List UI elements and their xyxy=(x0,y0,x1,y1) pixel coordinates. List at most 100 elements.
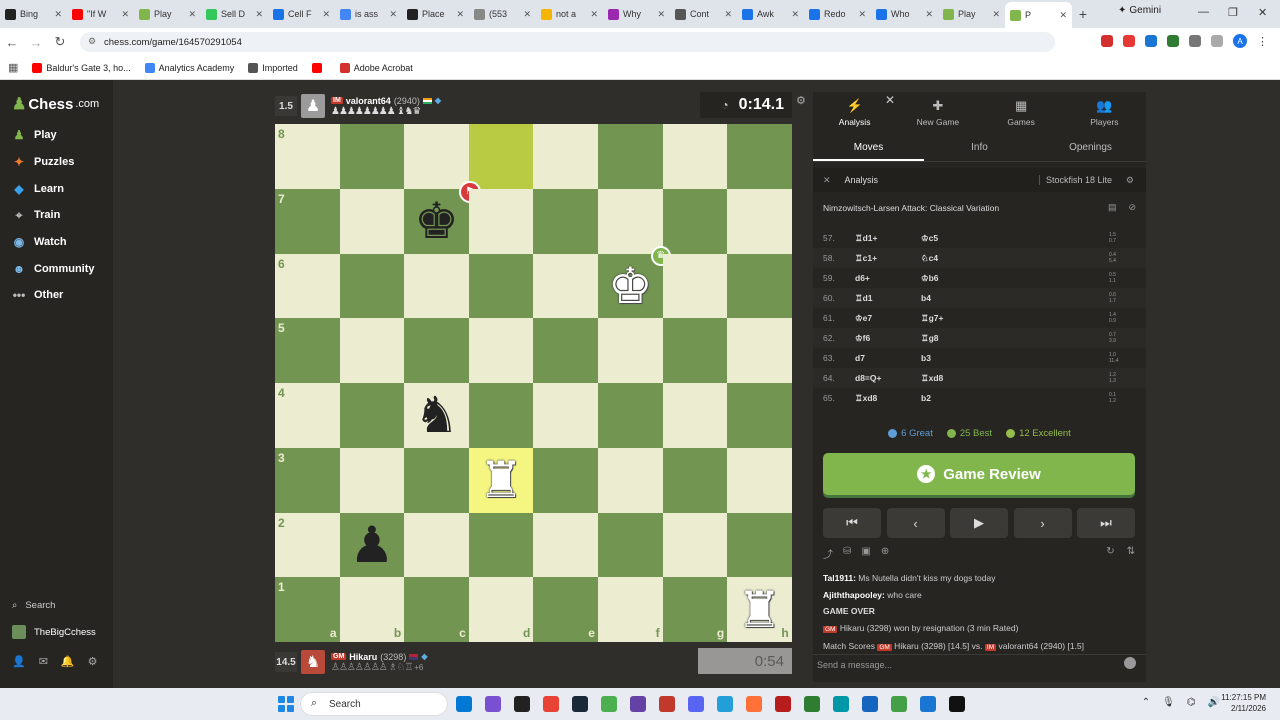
reload-icon[interactable]: ↻ xyxy=(48,34,72,50)
browser-tab[interactable]: P ✕ xyxy=(1005,2,1072,28)
square-a6[interactable]: 6 xyxy=(275,253,340,319)
square-a5[interactable]: 5 xyxy=(275,318,340,383)
play-button[interactable]: ▶ xyxy=(950,508,1008,538)
browser-tab[interactable]: Place ✕ xyxy=(402,3,469,25)
taskbar-search[interactable]: ⌕ Search xyxy=(300,692,448,716)
move-row[interactable]: 61. ♔e7 ♖g7+ 1.4 0.9 xyxy=(813,308,1146,328)
bottom-player-name[interactable]: Hikaru xyxy=(349,652,377,662)
app-icon[interactable] xyxy=(630,696,646,712)
square-b8[interactable] xyxy=(339,124,405,189)
white-move[interactable]: ♖d1+ xyxy=(855,233,878,244)
browser-tab[interactable]: Bing ✕ xyxy=(0,3,67,25)
bookmark-item[interactable]: Baldur's Gate 3, ho... xyxy=(32,62,131,73)
profile-avatar[interactable]: A xyxy=(1233,34,1247,48)
menu-icon[interactable]: ⋮ xyxy=(1257,35,1268,48)
white-move[interactable]: d6+ xyxy=(855,273,870,283)
square-f7[interactable] xyxy=(597,188,663,254)
engine-settings-icon[interactable]: ⚙ xyxy=(1126,175,1134,186)
forward-icon[interactable]: → xyxy=(24,35,48,50)
browser-tab[interactable]: Redo ✕ xyxy=(804,3,871,25)
browser-tab[interactable]: Sell D ✕ xyxy=(201,3,268,25)
bookmark-item[interactable]: Adobe Acrobat xyxy=(339,62,413,73)
tab-players[interactable]: 👥 Players xyxy=(1063,92,1146,132)
close-tab-icon[interactable]: ✕ xyxy=(925,9,933,20)
white-move[interactable]: d8=Q+ xyxy=(855,373,881,383)
chessboard[interactable]: 87♚⚑6♚♛54♞3♜2♟1abcdefgh♜ xyxy=(275,124,792,642)
square-d5[interactable] xyxy=(468,318,534,383)
network-icon[interactable]: ⌬ xyxy=(1187,697,1196,708)
share-icon[interactable]: ⤴ xyxy=(823,546,833,561)
square-e1[interactable]: e xyxy=(533,577,598,642)
tab-new-game[interactable]: ✚ New Game xyxy=(896,92,979,132)
extension-icon[interactable] xyxy=(1123,35,1135,47)
piece-d3[interactable]: ♜ xyxy=(469,448,534,513)
app-icon[interactable] xyxy=(456,696,472,712)
last-move-button[interactable]: ⏭ xyxy=(1077,508,1135,538)
sidepanel-icon[interactable] xyxy=(1211,35,1223,47)
gemini-button[interactable]: ✦ Gemini xyxy=(1118,5,1161,16)
back-icon[interactable]: ← xyxy=(0,35,24,50)
top-player-name[interactable]: valorant64 xyxy=(346,96,391,106)
square-c2[interactable] xyxy=(404,512,469,578)
subtab-openings[interactable]: Openings xyxy=(1035,138,1146,161)
square-d6[interactable] xyxy=(468,253,534,319)
close-tab-icon[interactable]: ✕ xyxy=(322,9,330,20)
close-tab-icon[interactable]: ✕ xyxy=(858,9,866,20)
close-tab-icon[interactable]: ✕ xyxy=(590,9,598,20)
app-icon[interactable] xyxy=(485,696,501,712)
browser-tab[interactable]: (553 ✕ xyxy=(469,3,536,25)
white-move[interactable]: ♖d1 xyxy=(855,293,873,304)
close-tab-icon[interactable]: ✕ xyxy=(724,9,732,20)
white-move[interactable]: ♔e7 xyxy=(855,313,872,324)
app-icon[interactable] xyxy=(949,696,965,712)
square-a3[interactable]: 3 xyxy=(275,447,340,513)
sidebar-profile[interactable]: TheBigCchess xyxy=(12,625,96,639)
app-icon[interactable] xyxy=(804,696,820,712)
move-row[interactable]: 65. ♖xd8 b2 0.1 1.2 xyxy=(813,388,1146,408)
flip-board-icon[interactable]: ⇅ xyxy=(1127,546,1135,557)
volume-icon[interactable]: 🔊 xyxy=(1208,697,1220,708)
browser-tab[interactable]: Awk ✕ xyxy=(737,3,804,25)
square-f6[interactable]: ♚ ♛ xyxy=(597,245,671,319)
steam-icon[interactable] xyxy=(572,696,588,712)
next-move-button[interactable]: › xyxy=(1013,508,1072,538)
square-g3[interactable] xyxy=(662,447,728,513)
sidebar-item-learn[interactable]: ◆ Learn xyxy=(12,182,64,196)
discord-icon[interactable] xyxy=(688,696,704,712)
square-a4[interactable]: 4 xyxy=(275,383,340,448)
black-move[interactable]: ♖g8 xyxy=(921,333,939,344)
square-c6[interactable] xyxy=(404,253,469,319)
book-icon[interactable]: ▤ xyxy=(1108,202,1117,213)
chrome-icon[interactable] xyxy=(543,696,559,712)
square-g8[interactable] xyxy=(662,124,728,189)
square-h7[interactable] xyxy=(727,188,792,254)
square-e6[interactable] xyxy=(533,253,598,319)
top-player-avatar[interactable]: ♟ xyxy=(301,94,325,118)
square-d2[interactable] xyxy=(468,512,534,578)
move-row[interactable]: 64. d8=Q+ ♖xd8 1.2 1.3 xyxy=(813,368,1146,388)
square-g2[interactable] xyxy=(662,512,728,578)
puzzle-icon[interactable] xyxy=(1189,35,1201,47)
piece-b2[interactable]: ♟ xyxy=(340,513,405,578)
close-tab-icon[interactable]: ✕ xyxy=(657,9,665,20)
game-review-button[interactable]: ★ Game Review xyxy=(823,453,1135,495)
url-field[interactable]: ⚙ chess.com/game/164570291054 xyxy=(80,32,1055,52)
square-b2[interactable]: ♟ xyxy=(339,512,405,578)
chesscom-logo[interactable]: ♟ Chess .com xyxy=(12,94,99,114)
close-tab-icon[interactable]: ✕ xyxy=(121,9,129,20)
move-row[interactable]: 59. d6+ ♔b6 0.5 1.1 xyxy=(813,268,1146,288)
square-c1[interactable]: c xyxy=(404,577,469,642)
close-tab-icon[interactable]: ✕ xyxy=(188,9,196,20)
close-tab-icon[interactable]: ✕ xyxy=(523,9,531,20)
square-h4[interactable] xyxy=(727,383,792,448)
browser-tab[interactable]: not a ✕ xyxy=(536,3,603,25)
square-h6[interactable] xyxy=(727,253,792,319)
square-c7[interactable]: ♚⚑ xyxy=(404,180,481,254)
chat-input[interactable]: Send a message... xyxy=(813,654,1146,674)
square-f8[interactable] xyxy=(597,124,663,189)
black-move[interactable]: b2 xyxy=(921,393,931,403)
black-move[interactable]: ♘c4 xyxy=(921,253,938,264)
new-tab-button[interactable]: + xyxy=(1072,6,1094,22)
app-icon[interactable] xyxy=(891,696,907,712)
disable-icon[interactable]: ⊘ xyxy=(1128,202,1136,213)
